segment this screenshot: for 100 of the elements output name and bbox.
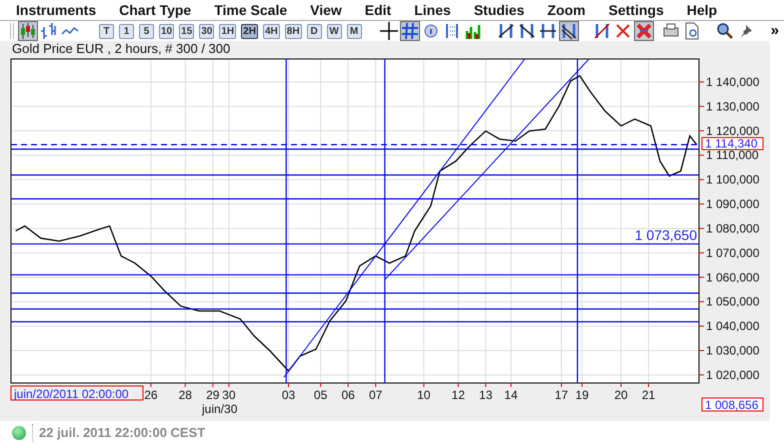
- y-axis-label: 1 050,000: [706, 294, 760, 309]
- x-axis-tick: [184, 382, 186, 388]
- ohlc-bars-icon[interactable]: [39, 21, 59, 41]
- y-axis-label: 1 140,000: [706, 74, 760, 89]
- x-axis-tick: [320, 382, 322, 388]
- x-axis-tick: [212, 382, 214, 388]
- y-axis-label: 1 100,000: [706, 172, 760, 187]
- x-axis-tick: [458, 382, 459, 388]
- timeframe-button[interactable]: 15: [179, 24, 194, 38]
- menu-item[interactable]: Edit: [364, 0, 392, 20]
- x-axis-label: 03: [282, 388, 296, 402]
- timeframe-button[interactable]: D: [306, 24, 322, 38]
- timeframe-button[interactable]: M: [346, 24, 362, 38]
- menu-item[interactable]: Time Scale: [214, 0, 288, 20]
- timeframe-button[interactable]: 10: [159, 24, 174, 38]
- x-axis-label: 13: [479, 388, 492, 402]
- x-axis-label: 29: [206, 388, 220, 402]
- horizontal-line[interactable]: [11, 174, 699, 176]
- menu-item[interactable]: Chart Type: [119, 0, 192, 20]
- y-axis-tick: [698, 204, 704, 205]
- x-axis-tick: [375, 382, 376, 388]
- grid-icon[interactable]: [400, 21, 420, 41]
- horizontal-line[interactable]: [11, 243, 699, 245]
- x-axis-tick: [510, 382, 512, 388]
- y-axis-tick: [698, 301, 704, 302]
- y-axis-tick: [698, 350, 704, 352]
- x-axis-label: 30: [222, 388, 236, 402]
- crosshair-icon[interactable]: [378, 21, 399, 41]
- vertical-line[interactable]: [576, 59, 578, 383]
- timeframe-button[interactable]: 2H: [241, 24, 258, 38]
- more-button[interactable]: »: [770, 22, 779, 40]
- x-axis-label: 07: [368, 388, 382, 402]
- y-axis-label: 1 070,000: [706, 246, 760, 260]
- timeframe-button[interactable]: 8H: [284, 24, 302, 38]
- y-axis-tick: [698, 179, 704, 180]
- x-axis-label: 19: [575, 388, 589, 402]
- y-axis-tick: [698, 106, 704, 107]
- x-axis-tick: [228, 382, 230, 388]
- y-axis-label: 1 130,000: [706, 99, 760, 114]
- trend-line[interactable]: [283, 59, 526, 378]
- menu-item[interactable]: Help: [686, 0, 718, 20]
- timeframe-button[interactable]: 4H: [262, 24, 280, 38]
- status-time: 22 juil. 2011 22:00:00 CEST: [39, 424, 206, 442]
- x-axis-tick: [648, 382, 650, 388]
- y-axis-label: 1 080,000: [706, 221, 760, 236]
- cursor-price-badge: 1 008,656: [702, 398, 764, 412]
- delete-all-icon[interactable]: [634, 21, 654, 41]
- menu-item[interactable]: Lines: [414, 0, 451, 20]
- x-axis-tick: [560, 382, 562, 388]
- timeframe-button[interactable]: 1H: [219, 24, 236, 38]
- y-axis-tick: [698, 81, 704, 82]
- cursor-time-badge: juin/20/2011 02:00:00: [10, 386, 144, 401]
- x-axis-tick: [582, 382, 583, 388]
- y-axis-label: 1 030,000: [706, 344, 760, 358]
- candlestick-icon[interactable]: [18, 21, 38, 41]
- timeframe-button[interactable]: 5: [139, 24, 154, 38]
- y-axis-tick: [698, 276, 704, 278]
- y-axis-label: 1 060,000: [706, 270, 760, 284]
- x-axis-label: 06: [341, 388, 355, 402]
- y-axis-tick: [698, 130, 704, 132]
- menu-item[interactable]: Studies: [474, 0, 524, 20]
- month-label: juin/30: [202, 402, 238, 416]
- y-axis-label: 1 090,000: [706, 197, 760, 212]
- y-axis-label: 1 110,000: [706, 148, 758, 162]
- y-axis-label: 1 040,000: [706, 319, 760, 334]
- menu-item[interactable]: Instruments: [16, 0, 96, 20]
- y-axis-label: 1 020,000: [706, 368, 760, 382]
- x-axis-label: 12: [452, 388, 465, 402]
- x-axis-label: 26: [144, 388, 158, 402]
- x-axis-tick: [485, 382, 486, 388]
- timeframe-button[interactable]: W: [326, 24, 342, 38]
- x-axis-label: 14: [504, 388, 518, 402]
- timeframe-button[interactable]: 30: [199, 24, 214, 38]
- x-axis-tick: [423, 382, 424, 388]
- y-axis-tick: [698, 252, 704, 254]
- menu-item[interactable]: Zoom: [547, 0, 586, 20]
- x-axis-label: 10: [417, 388, 430, 402]
- x-axis-tick: [348, 382, 349, 388]
- x-axis-label: 05: [314, 388, 328, 402]
- y-axis-tick: [698, 326, 704, 327]
- last-price-badge: 1 114,340: [702, 136, 764, 151]
- timeframe-button[interactable]: T: [99, 24, 114, 38]
- menu-item[interactable]: View: [310, 0, 342, 20]
- horizontal-line[interactable]: [11, 308, 699, 310]
- menu-item[interactable]: Settings: [608, 0, 664, 20]
- y-axis-tick: [698, 374, 704, 376]
- y-axis-label: 1 120,000: [706, 124, 760, 138]
- x-axis-label: 21: [642, 388, 656, 402]
- line-price-label: 1 073,650: [634, 226, 697, 243]
- x-axis-label: 20: [614, 388, 628, 402]
- y-axis-tick: [698, 228, 704, 229]
- x-axis-tick: [150, 382, 152, 388]
- x-axis-tick: [288, 382, 289, 388]
- x-axis-label: 28: [178, 388, 192, 402]
- timeframe-button[interactable]: 1: [119, 24, 134, 38]
- horizontal-line[interactable]: [11, 144, 699, 146]
- x-axis-tick: [620, 382, 622, 388]
- trend-line[interactable]: [384, 59, 590, 280]
- y-axis-tick: [698, 154, 704, 156]
- x-axis-label: 17: [554, 388, 568, 402]
